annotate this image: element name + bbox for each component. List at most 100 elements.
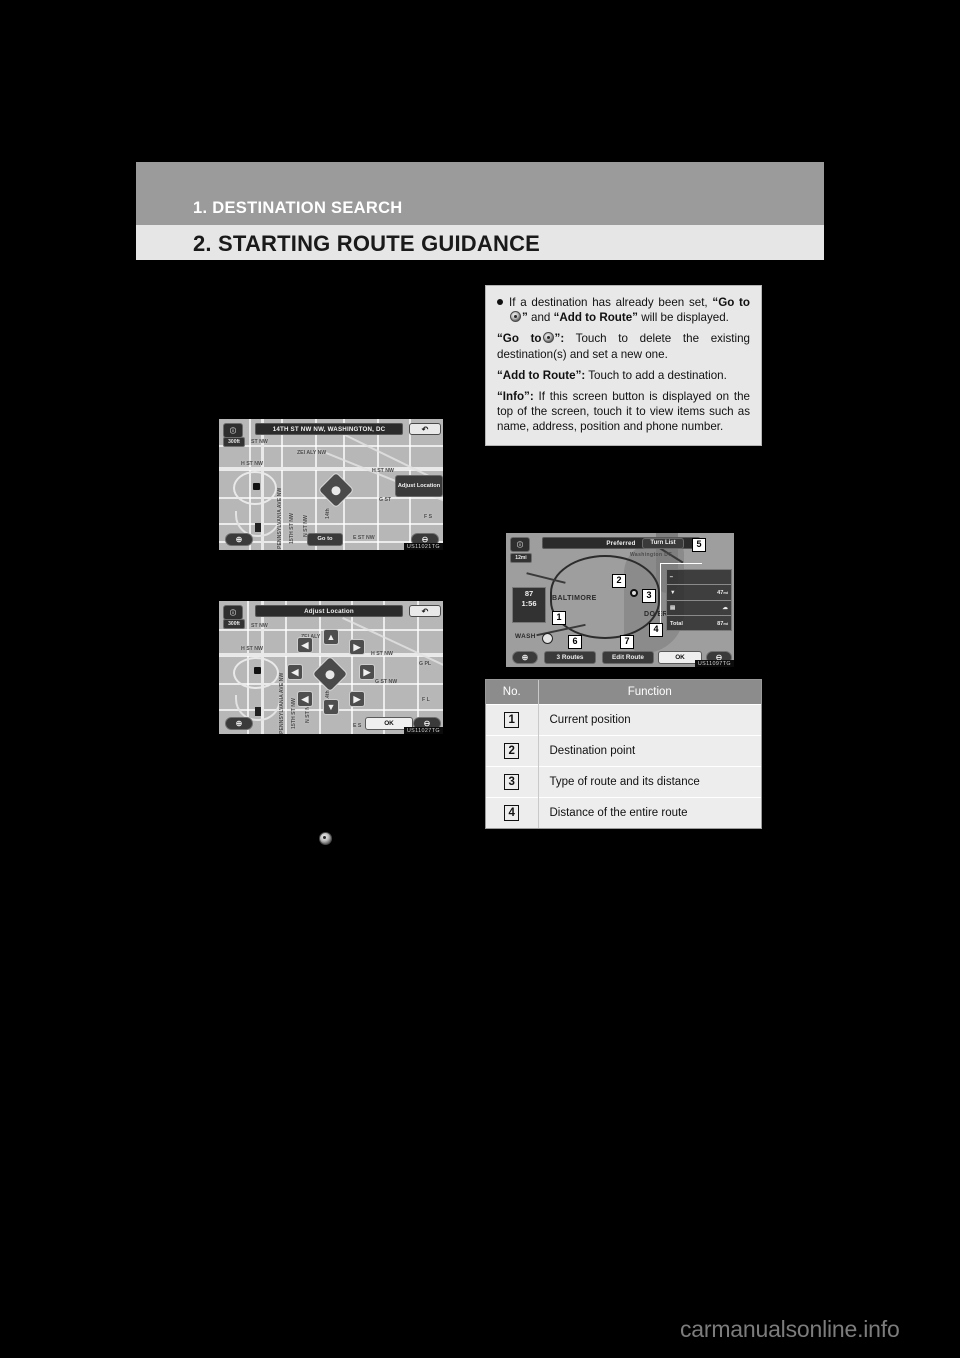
panel-total-distance: 87mi (717, 621, 728, 627)
street-label: G ST NW (375, 679, 398, 685)
route-summary-panel: ⎯ ▼ 47mi ▤ ☁ Total 87mi (666, 569, 732, 631)
panel-row: ▤ ☁ (667, 601, 731, 616)
panel-row: ⎯ (667, 570, 731, 585)
bullet-dot-icon (497, 299, 503, 305)
panel-alt-distance: 47mi (717, 589, 728, 596)
adjust-location-button[interactable]: Adjust Location (395, 475, 443, 497)
row-number-cell: 4 (486, 797, 539, 828)
row-number-cell: 2 (486, 735, 539, 767)
site-watermark: carmanualsonline.info (680, 1316, 900, 1342)
figure-code: US11027TG (403, 727, 443, 734)
panel-row: ▼ 47mi (667, 585, 731, 601)
function-table: No. Function 1 Current position 2 Destin… (485, 679, 762, 829)
row-number-cell: 1 (486, 704, 539, 736)
destination-marker-icon (630, 589, 638, 597)
street-label: G PL (419, 661, 432, 667)
add-entry-text: Touch to add a destination. (588, 368, 727, 382)
callout-3: 3 (642, 589, 656, 603)
turn-list-button[interactable]: Turn List (642, 538, 684, 549)
callout-5: 5 (692, 538, 706, 552)
map-scale-indicator: 12mi (510, 553, 532, 563)
number-badge: 2 (504, 743, 520, 759)
row-function-cell: Type of route and its distance (538, 766, 761, 798)
nav-screen-map: ST NW ZEI ALY NW H ST NW H ST NW G ST E … (218, 418, 444, 551)
nav-screen-adjust: ST NW ZEI ALY H ST NW H ST NW G PL G ST … (218, 600, 444, 735)
figure-code: US11097TG (694, 660, 734, 667)
callout-2: 2 (612, 574, 626, 588)
table-row: 3 Type of route and its distance (486, 766, 761, 798)
pan-right-button[interactable]: ▶ (359, 664, 375, 680)
left-column: ST NW ZEI ALY NW H ST NW H ST NW G ST E … (136, 285, 466, 905)
city-label: Washington DC (630, 552, 673, 558)
callout-7: 7 (620, 635, 634, 649)
go-to-button[interactable]: Go to (307, 533, 343, 546)
panel-row-total: Total 87mi (667, 616, 731, 632)
table-header-row: No. Function (486, 680, 761, 705)
street-label: PENNSYLVANIA AVE NW (279, 672, 285, 734)
route-eta-value: 1:56 (521, 599, 537, 608)
pan-up-button[interactable]: ▲ (323, 629, 339, 645)
bullet-text-pre: If a destination has already been set, (509, 296, 708, 309)
zoom-in-button[interactable]: ⊕ (225, 717, 253, 730)
callout-1: 1 (552, 611, 566, 625)
city-label: DO'ER (644, 611, 668, 618)
info-icon[interactable]: ⓘ (223, 423, 243, 438)
adjust-title-bar: Adjust Location (255, 605, 403, 617)
pan-down-right-button[interactable]: ▶ (349, 691, 365, 707)
pan-down-left-button[interactable]: ◀ (297, 691, 313, 707)
column-header-no: No. (486, 680, 539, 705)
number-badge: 3 (504, 774, 520, 790)
destination-marker-icon (542, 332, 554, 344)
edit-route-button[interactable]: Edit Route (602, 651, 654, 664)
number-badge: 4 (504, 805, 520, 821)
street-label: E S (353, 723, 362, 729)
street-label: H ST NW (372, 468, 394, 474)
table-row: 1 Current position (486, 704, 761, 736)
back-button[interactable]: ↶ (409, 605, 441, 617)
current-position-icon (542, 633, 553, 644)
info-callout-box: If a destination has already been set, “… (485, 285, 762, 446)
adjust-title-text: Adjust Location (304, 607, 354, 615)
column-header-function: Function (538, 680, 761, 705)
number-badge: 1 (504, 712, 520, 728)
figure-map-screen: ST NW ZEI ALY NW H ST NW H ST NW G ST E … (218, 418, 444, 551)
info-term: “Info”: (497, 390, 534, 404)
goto-term-open: “Go to (497, 332, 542, 346)
pan-up-left-button[interactable]: ◀ (297, 637, 313, 653)
street-label: ST NW (251, 623, 268, 629)
pan-up-right-button[interactable]: ▶ (349, 639, 365, 655)
zoom-in-button[interactable]: ⊕ (512, 651, 538, 664)
callout-6: 6 (568, 635, 582, 649)
street-label: F S (424, 514, 433, 520)
zoom-in-button[interactable]: ⊕ (225, 533, 253, 546)
figure-route-screen: BALTIMORE DO'ER WASH Washington DC Prefe… (505, 532, 735, 668)
back-button[interactable]: ↶ (409, 423, 441, 435)
goto-term-close: ”: (554, 332, 565, 346)
route-type-text: Preferred (606, 539, 636, 547)
preferred-route-icon: ▼ (670, 589, 676, 596)
street-label: H ST NW (241, 461, 263, 467)
street-label: E ST NW (353, 535, 375, 541)
figure-adjust-location-screen: ST NW ZEI ALY H ST NW H ST NW G PL G ST … (218, 600, 444, 735)
chapter-title: 1. DESTINATION SEARCH (193, 199, 403, 217)
add-term: “Add to Route”: (497, 368, 586, 382)
info-icon[interactable]: ⓘ (223, 605, 243, 620)
street-label: ST NW (251, 439, 268, 445)
right-column: If a destination has already been set, “… (485, 285, 763, 905)
pan-down-button[interactable]: ▼ (323, 699, 339, 715)
road-type-icon: ⎯ (670, 573, 673, 580)
info-entry-text: If this screen button is displayed on th… (497, 390, 750, 434)
page-title: 2. STARTING ROUTE GUIDANCE (193, 231, 541, 256)
destination-marker-icon (319, 832, 332, 845)
info-icon[interactable]: ⓘ (510, 537, 530, 552)
pan-left-button[interactable]: ◀ (287, 664, 303, 680)
map-scale-indicator: 300ft (223, 619, 245, 629)
destination-marker-icon (510, 311, 521, 323)
row-number-cell: 3 (486, 766, 539, 798)
route-eta-block: 87 1:56 (512, 587, 546, 623)
cloud-icon: ☁ (722, 605, 728, 611)
alternate-route-icon: ▤ (670, 605, 676, 611)
row-function-cell: Distance of the entire route (538, 797, 761, 828)
table-row: 2 Destination point (486, 735, 761, 767)
three-routes-button[interactable]: 3 Routes (544, 651, 596, 664)
